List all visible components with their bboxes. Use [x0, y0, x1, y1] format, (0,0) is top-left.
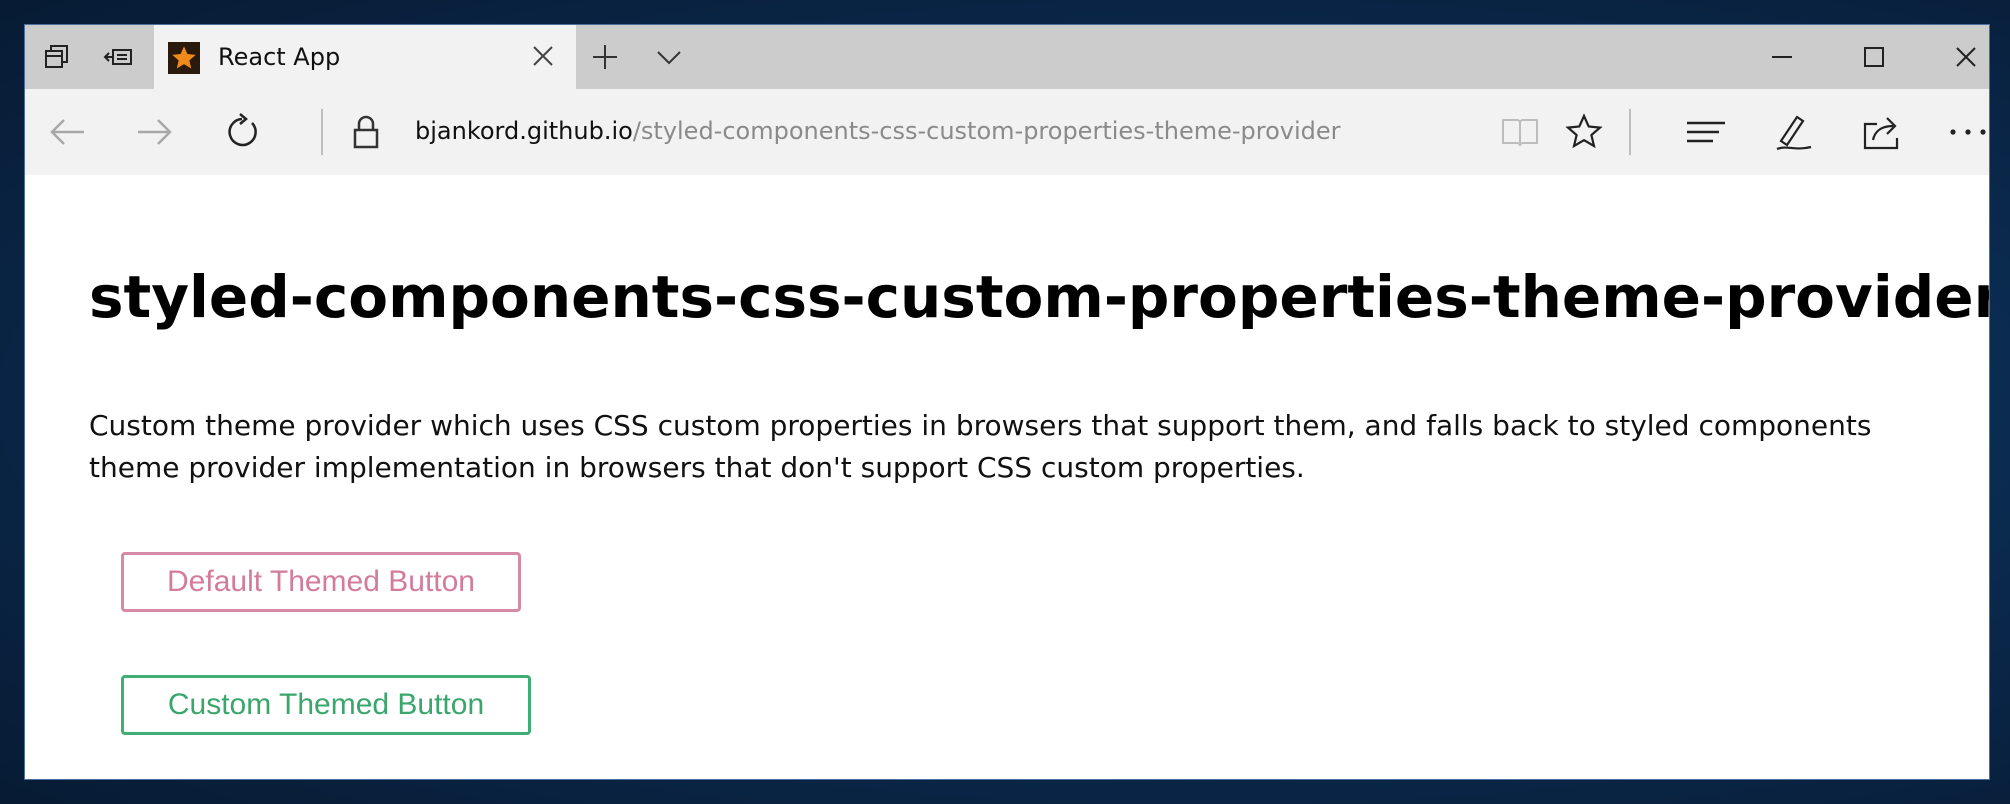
default-themed-button[interactable]: Default Themed Button [121, 552, 521, 612]
tab-close-icon[interactable] [528, 41, 558, 71]
custom-themed-button[interactable]: Custom Themed Button [121, 675, 531, 735]
tab-list-chevron-icon[interactable] [649, 37, 689, 77]
tab-title: React App [218, 43, 341, 71]
new-tab-icon[interactable] [585, 37, 625, 77]
more-icon[interactable] [1945, 109, 1989, 155]
lock-icon[interactable] [343, 109, 389, 155]
toolbar-separator [1629, 109, 1631, 155]
url-path: /styled-components-css-custom-properties… [632, 117, 1341, 145]
web-note-icon[interactable] [1771, 109, 1817, 155]
url-host: bjankord.github.io [415, 117, 633, 145]
favorite-star-icon[interactable] [1561, 109, 1607, 155]
page-content: styled-components-css-custom-properties-… [25, 175, 1990, 779]
hub-icon[interactable] [1683, 109, 1729, 155]
page-title: styled-components-css-custom-properties-… [89, 263, 1990, 331]
address-bar-row: bjankord.github.io/styled-components-css… [25, 89, 1989, 175]
tab-bar: React App [25, 25, 1989, 89]
close-icon[interactable] [1943, 35, 1989, 79]
tab-preview-icon[interactable] [37, 37, 77, 77]
set-aside-tabs-icon[interactable] [99, 37, 139, 77]
address-separator [321, 109, 323, 155]
share-icon[interactable] [1859, 109, 1905, 155]
maximize-icon[interactable] [1851, 35, 1897, 79]
tab-react-app[interactable]: React App [154, 25, 576, 89]
back-icon[interactable] [45, 109, 91, 155]
page-description: Custom theme provider which uses CSS cus… [89, 409, 1872, 484]
reading-view-icon[interactable] [1497, 109, 1543, 155]
address-input[interactable]: bjankord.github.io/styled-components-css… [415, 117, 1341, 145]
forward-icon[interactable] [131, 109, 177, 155]
browser-window: React App bjankord.github.io/styled-comp… [24, 24, 1990, 780]
refresh-icon[interactable] [219, 109, 265, 155]
minimize-icon[interactable] [1759, 35, 1805, 79]
star-favicon-icon [168, 42, 200, 74]
